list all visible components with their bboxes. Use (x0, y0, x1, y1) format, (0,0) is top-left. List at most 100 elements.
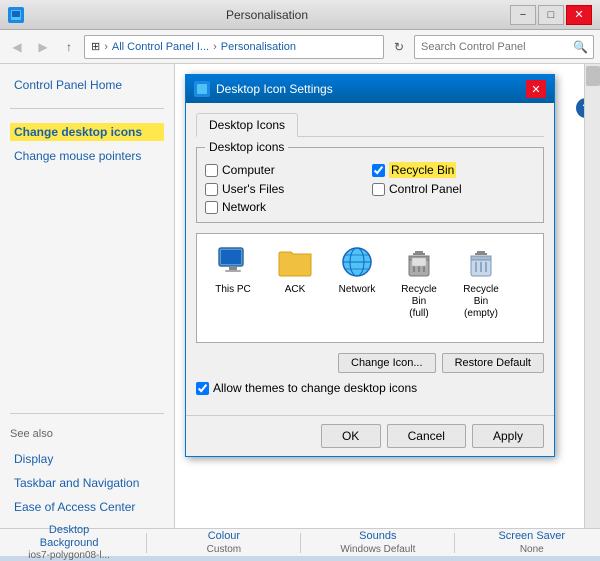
bottom-bar: DesktopBackground ios7-polygon08-l... Co… (0, 528, 600, 556)
this-pc-label: This PC (215, 284, 251, 296)
allow-themes-checkbox[interactable] (196, 382, 209, 395)
breadcrumb-current[interactable]: Personalisation (221, 41, 296, 53)
checkbox-users-files: User's Files (205, 182, 368, 196)
checkbox-users-files-input[interactable] (205, 183, 218, 196)
sidebar: Control Panel Home Change desktop icons … (0, 64, 175, 528)
up-button[interactable]: ↑ (58, 36, 80, 58)
bottom-sounds-label: Sounds (359, 530, 396, 543)
network-label: Network (339, 284, 376, 296)
sidebar-item-change-desktop-icons[interactable]: Change desktop icons (10, 123, 164, 141)
main-area: Control Panel Home Change desktop icons … (0, 64, 600, 528)
bottom-desktop-bg-label: DesktopBackground (40, 524, 99, 550)
desktop-icon-settings-dialog: Desktop Icon Settings ✕ Desktop Icons De… (185, 74, 555, 457)
recycle-empty-icon (463, 244, 499, 280)
modal-title: Desktop Icon Settings (216, 82, 526, 96)
icons-grid-box: This PC ACK (196, 233, 544, 343)
icon-ack[interactable]: ACK (269, 244, 321, 320)
title-bar: Personalisation − □ ✕ (0, 0, 600, 30)
bottom-item-screen-saver[interactable]: Screen Saver None (492, 530, 572, 554)
bottom-item-sounds[interactable]: Sounds Windows Default (338, 530, 418, 554)
checkbox-network-label: Network (222, 200, 266, 214)
modal-title-bar: Desktop Icon Settings ✕ (186, 75, 554, 103)
icon-this-pc[interactable]: This PC (207, 244, 259, 320)
checkbox-recycle-bin-input[interactable] (372, 164, 385, 177)
sidebar-item-ease[interactable]: Ease of Access Center (10, 498, 164, 516)
ok-button[interactable]: OK (321, 424, 381, 448)
modal-overlay: Desktop Icon Settings ✕ Desktop Icons De… (175, 64, 600, 528)
search-wrap: 🔍 (414, 35, 594, 59)
this-pc-icon (215, 244, 251, 280)
checkbox-network: Network (205, 200, 368, 214)
bottom-divider-1 (146, 533, 147, 553)
allow-themes-row: Allow themes to change desktop icons (196, 381, 544, 395)
dialog-footer: OK Cancel Apply (186, 415, 554, 456)
path-separator-2: › (213, 41, 217, 53)
bottom-divider-3 (454, 533, 455, 553)
ack-icon (277, 244, 313, 280)
change-icon-button[interactable]: Change Icon... (338, 353, 436, 373)
modal-close-button[interactable]: ✕ (526, 80, 546, 98)
sidebar-item-change-mouse-pointers[interactable]: Change mouse pointers (10, 147, 164, 165)
refresh-button[interactable]: ↻ (388, 36, 410, 58)
icon-network[interactable]: Network (331, 244, 383, 320)
sidebar-item-display[interactable]: Display (10, 450, 164, 468)
back-button[interactable]: ◀ (6, 36, 28, 58)
path-icon: ⊞ (91, 40, 100, 53)
breadcrumb-cp[interactable]: All Control Panel I... (112, 41, 209, 53)
checkbox-control-panel-input[interactable] (372, 183, 385, 196)
bottom-screen-saver-sub: None (520, 544, 544, 555)
modal-body: Desktop Icons Desktop icons Computer (186, 103, 554, 415)
tabs: Desktop Icons (196, 113, 544, 137)
minimize-button[interactable]: − (510, 5, 536, 25)
group-title: Desktop icons (205, 140, 288, 154)
bottom-item-colour[interactable]: Colour Custom (184, 530, 264, 554)
network-icon (339, 244, 375, 280)
sidebar-divider-1 (10, 108, 164, 109)
icon-recycle-empty[interactable]: Recycle Bin(empty) (455, 244, 507, 320)
sidebar-item-home[interactable]: Control Panel Home (10, 76, 164, 94)
checkbox-control-panel-label: Control Panel (389, 182, 462, 196)
checkbox-recycle-bin: Recycle Bin (372, 162, 535, 178)
forward-button[interactable]: ▶ (32, 36, 54, 58)
checkbox-computer-input[interactable] (205, 164, 218, 177)
content-area: ? Desktop Icon Settings ✕ (175, 64, 600, 528)
search-input[interactable] (414, 35, 594, 59)
recycle-full-icon (401, 244, 437, 280)
checkbox-computer-label: Computer (222, 163, 275, 177)
icon-action-buttons: Change Icon... Restore Default (196, 353, 544, 373)
sidebar-item-taskbar[interactable]: Taskbar and Navigation (10, 474, 164, 492)
see-also-title: See also (10, 428, 164, 440)
ack-label: ACK (285, 284, 306, 296)
bottom-item-desktop-bg[interactable]: DesktopBackground ios7-polygon08-l... (28, 524, 110, 561)
window-icon (8, 7, 24, 23)
path-separator-1: › (104, 41, 108, 53)
bottom-sounds-sub: Windows Default (340, 544, 415, 555)
restore-default-button[interactable]: Restore Default (442, 353, 544, 373)
checkbox-users-files-label: User's Files (222, 182, 284, 196)
tab-desktop-icons[interactable]: Desktop Icons (196, 113, 298, 137)
checkbox-control-panel: Control Panel (372, 182, 535, 196)
address-path[interactable]: ⊞ › All Control Panel I... › Personalisa… (84, 35, 384, 59)
checkboxes-grid: Computer Recycle Bin User's Files (205, 162, 535, 214)
window-controls: − □ ✕ (510, 5, 592, 25)
bottom-divider-2 (300, 533, 301, 553)
recycle-empty-label: Recycle Bin(empty) (455, 284, 507, 320)
icon-recycle-full[interactable]: Recycle Bin(full) (393, 244, 445, 320)
bottom-colour-sub: Custom (207, 544, 241, 555)
window-title: Personalisation (24, 8, 510, 22)
checkbox-computer: Computer (205, 162, 368, 178)
cancel-button[interactable]: Cancel (387, 424, 466, 448)
bottom-screen-saver-label: Screen Saver (498, 530, 565, 543)
sidebar-divider-2 (10, 413, 164, 414)
modal-icon (194, 81, 210, 97)
address-bar: ◀ ▶ ↑ ⊞ › All Control Panel I... › Perso… (0, 30, 600, 64)
close-button[interactable]: ✕ (566, 5, 592, 25)
apply-button[interactable]: Apply (472, 424, 544, 448)
maximize-button[interactable]: □ (538, 5, 564, 25)
desktop-icons-group: Desktop icons Computer Recycle Bin (196, 147, 544, 223)
bottom-colour-label: Colour (208, 530, 240, 543)
allow-themes-label: Allow themes to change desktop icons (213, 381, 417, 395)
checkbox-network-input[interactable] (205, 201, 218, 214)
icons-grid: This PC ACK (207, 244, 533, 320)
recycle-full-label: Recycle Bin(full) (393, 284, 445, 320)
